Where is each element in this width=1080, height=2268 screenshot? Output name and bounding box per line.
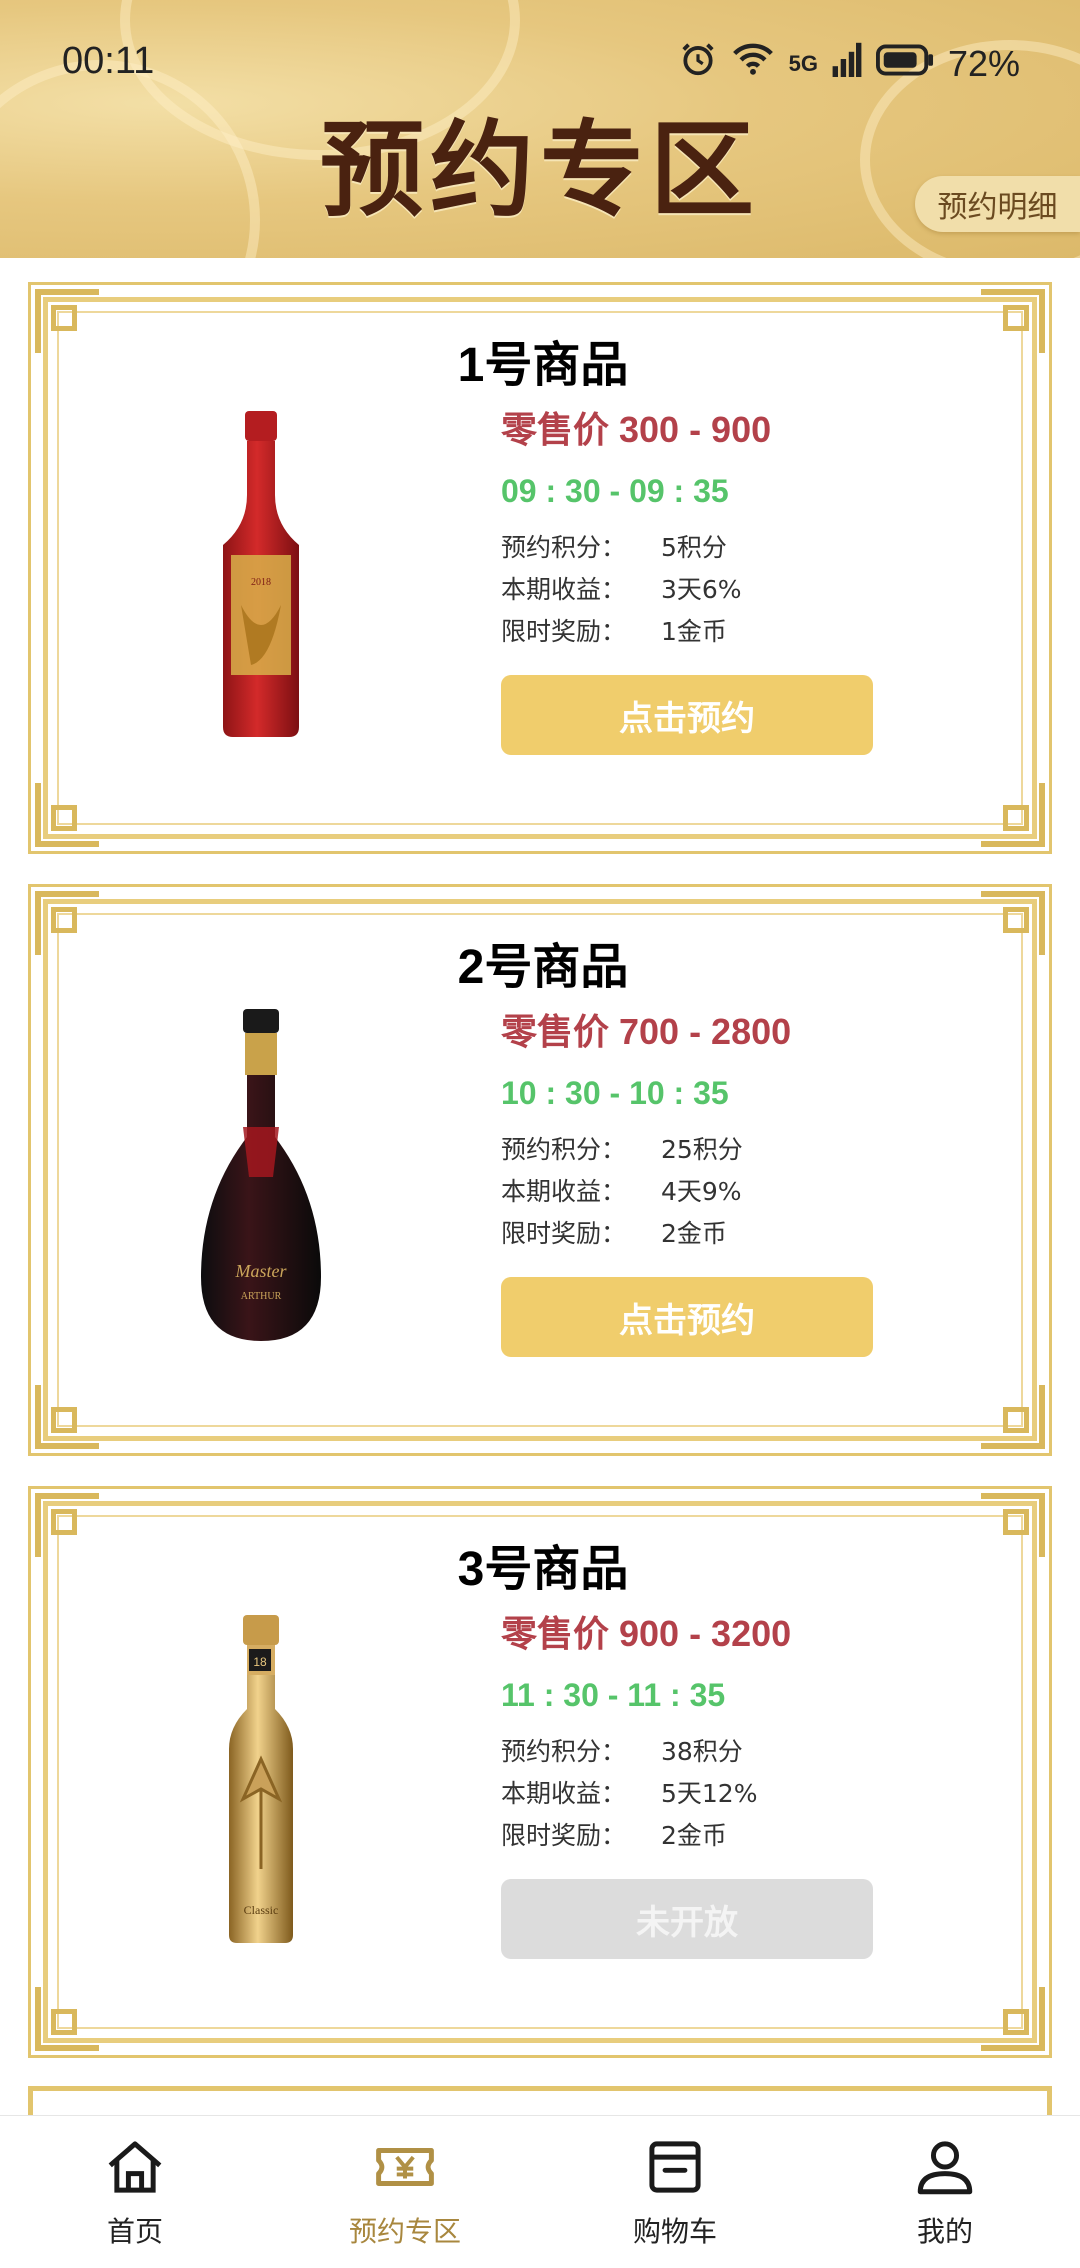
- frame-corner: [35, 1987, 99, 2051]
- product-name: 1号商品: [457, 339, 629, 392]
- red-wine-bottle-image: 2018: [161, 405, 361, 745]
- tab-reservation[interactable]: 预约专区: [270, 2116, 540, 2268]
- points-label: 预约积分：: [501, 1135, 627, 1164]
- retail-price: 零售价 300 - 900: [501, 409, 772, 450]
- product-card: 1号商品 2018 零售价 300 - 900 09 : 30 - 09 : 3…: [28, 282, 1052, 854]
- network-label: 5G: [788, 50, 818, 76]
- battery-level: 72%: [947, 42, 1020, 84]
- status-time: 00:11: [62, 40, 155, 82]
- svg-text:ARTHUR: ARTHUR: [241, 1291, 282, 1302]
- product-list: 1号商品 2018 零售价 300 - 900 09 : 30 - 09 : 3…: [28, 282, 1052, 2088]
- income-label: 本期收益：: [501, 575, 627, 604]
- status-bar: 00:11 5G 72%: [62, 40, 1020, 90]
- battery-icon: [875, 43, 934, 85]
- reserve-button[interactable]: 点击预约: [501, 1277, 873, 1357]
- product-card: 2号商品 Master ARTHUR 零售价 700 - 2800 10 : 3…: [28, 884, 1052, 1456]
- reward-label: 限时奖励：: [501, 617, 627, 646]
- tab-mine[interactable]: 我的: [810, 2116, 1080, 2268]
- gold-wine-bottle-image: 18 Classic: [161, 1609, 361, 1949]
- points-label: 预约积分：: [501, 1737, 627, 1766]
- reservation-detail-button[interactable]: 预约明细: [915, 176, 1080, 232]
- income-value: 4天9%: [661, 1177, 742, 1206]
- alarm-icon: [679, 40, 717, 87]
- frame-corner: [35, 1385, 99, 1449]
- product-name: 3号商品: [457, 1543, 629, 1596]
- svg-text:18: 18: [253, 1655, 267, 1669]
- svg-text:Master: Master: [235, 1261, 288, 1281]
- points-value: 5积分: [661, 533, 727, 562]
- retail-price: 零售价 900 - 3200: [501, 1613, 792, 1654]
- frame-corner: [35, 783, 99, 847]
- income-label: 本期收益：: [501, 1177, 627, 1206]
- points-value: 38积分: [661, 1737, 743, 1766]
- tab-home[interactable]: 首页: [0, 2116, 270, 2268]
- black-wine-bottle-image: Master ARTHUR: [161, 1007, 361, 1347]
- reservation-time: 11 : 30 - 11 : 35: [501, 1677, 726, 1713]
- tab-cart[interactable]: 购物车: [540, 2116, 810, 2268]
- frame-corner: [981, 783, 1045, 847]
- home-icon: [108, 2141, 162, 2193]
- income-value: 3天6%: [661, 575, 742, 604]
- tab-label: 我的: [916, 2215, 973, 2248]
- frame-corner: [981, 1987, 1045, 2051]
- product-card: 3号商品 18 Classic 零售价 900 - 3200 11 : 30 -…: [28, 1486, 1052, 2058]
- product-info: 零售价 700 - 2800 10 : 30 - 10 : 35 预约积分： 25…: [501, 1003, 881, 1253]
- tab-label: 首页: [106, 2215, 163, 2248]
- header: 00:11 5G 72% 预约专区 预约明细: [0, 0, 1080, 258]
- frame-corner: [981, 1385, 1045, 1449]
- tab-label: 预约专区: [348, 2215, 461, 2248]
- tab-label: 购物车: [632, 2215, 717, 2248]
- svg-text:2018: 2018: [251, 577, 271, 588]
- reservation-time: 10 : 30 - 10 : 35: [501, 1075, 729, 1111]
- shop-icon: [649, 2141, 701, 2193]
- reserve-button[interactable]: 点击预约: [501, 675, 873, 755]
- bottom-tab-bar: 首页 预约专区 购物车 我的: [0, 2115, 1080, 2268]
- product-name: 2号商品: [457, 941, 629, 994]
- reward-value: 2金币: [661, 1219, 727, 1248]
- points-label: 预约积分：: [501, 533, 627, 562]
- retail-price: 零售价 700 - 2800: [501, 1011, 792, 1052]
- user-icon: [917, 2141, 973, 2195]
- reward-value: 1金币: [661, 617, 727, 646]
- signal-icon: [832, 41, 862, 86]
- points-value: 25积分: [661, 1135, 743, 1164]
- reward-label: 限时奖励：: [501, 1821, 627, 1850]
- income-value: 5天12%: [661, 1779, 758, 1808]
- not-open-button[interactable]: 未开放: [501, 1879, 873, 1959]
- income-label: 本期收益：: [501, 1779, 627, 1808]
- reservation-time: 09 : 30 - 09 : 35: [501, 473, 729, 509]
- product-info: 零售价 300 - 900 09 : 30 - 09 : 35 预约积分： 5积分…: [501, 401, 881, 651]
- wifi-icon: [731, 40, 775, 87]
- next-product-card-partial: [28, 2086, 1052, 2116]
- svg-text:Classic: Classic: [244, 1903, 279, 1917]
- product-info: 零售价 900 - 3200 11 : 30 - 11 : 35 预约积分： 38…: [501, 1605, 881, 1855]
- reward-value: 2金币: [661, 1821, 727, 1850]
- ticket-icon: [376, 2148, 434, 2186]
- reward-label: 限时奖励：: [501, 1219, 627, 1248]
